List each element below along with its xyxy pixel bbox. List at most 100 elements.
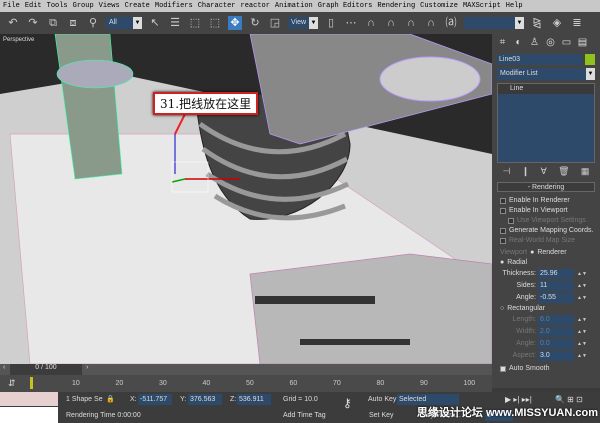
aspect-spinner[interactable]: 3.0 [538, 350, 574, 361]
menu-character[interactable]: Character [198, 2, 236, 10]
add-time-tag-button[interactable]: Add Time Tag [283, 410, 326, 421]
named-selection-icon[interactable]: ⒜ [444, 16, 458, 30]
menu-modifiers[interactable]: Modifiers [155, 2, 193, 10]
enable-in-viewport-checkbox[interactable]: Enable In Viewport [492, 206, 600, 216]
stack-item-line[interactable]: Line [498, 84, 594, 94]
auto-key-button[interactable]: Auto Key [368, 394, 396, 405]
menu-views[interactable]: Views [99, 2, 120, 10]
sides-spinner[interactable]: 11 [538, 280, 574, 291]
key-mode-icon[interactable]: ⇵ [8, 378, 16, 389]
set-key-button[interactable]: Set Key [369, 410, 394, 421]
menu-graph-editors[interactable]: Graph Editors [318, 2, 373, 10]
move-icon[interactable]: ✥ [228, 16, 242, 30]
maxscript-listener-pink[interactable] [0, 392, 58, 406]
modifier-list-dropdown[interactable]: Modifier List [497, 68, 595, 80]
menu-edit[interactable]: Edit [25, 2, 42, 10]
enable-in-renderer-checkbox[interactable]: Enable In Renderer [492, 196, 600, 206]
spinner-arrows-icon[interactable]: ▲▼ [577, 317, 587, 323]
menu-tools[interactable]: Tools [47, 2, 68, 10]
real-world-map-size-checkbox[interactable]: Real-World Map Size [492, 236, 600, 246]
rect-angle-spinner[interactable]: 0.0 [538, 338, 574, 349]
viewport-label[interactable]: Perspective [3, 37, 34, 43]
x-coord-field[interactable]: -511.757 [138, 394, 172, 405]
thickness-spinner[interactable]: 25.96 [538, 268, 574, 279]
object-name-field[interactable]: Line03 [497, 54, 582, 65]
use-viewport-settings-checkbox[interactable]: Use Viewport Settings [492, 216, 600, 226]
select-icon[interactable]: ↖ [148, 16, 162, 30]
width-spinner[interactable]: 2.0 [538, 326, 574, 337]
z-coord-field[interactable]: 536.911 [237, 394, 271, 405]
scale-icon[interactable]: ◲ [268, 16, 282, 30]
reference-coord-dropdown[interactable]: View [288, 17, 318, 29]
spinner-snap-icon[interactable]: ∩ [424, 16, 438, 30]
configure-sets-icon[interactable]: ▦ [581, 166, 590, 177]
menu-rendering[interactable]: Rendering [377, 2, 415, 10]
pin-stack-icon[interactable]: ⊣ [503, 166, 511, 177]
unlink-icon[interactable]: ⧈ [66, 16, 80, 30]
percent-snap-icon[interactable]: ∩ [404, 16, 418, 30]
viewport-radio[interactable]: Viewport [500, 248, 527, 258]
lock-selection-icon[interactable]: 🔒 [106, 394, 115, 405]
link-icon[interactable]: ⧉ [46, 16, 60, 30]
make-unique-icon[interactable]: ∀ [541, 166, 547, 177]
region-select-icon[interactable]: ⬚ [188, 16, 202, 30]
create-tab-icon[interactable]: ⌗ [496, 37, 509, 49]
set-key-icon[interactable]: ⚷ [343, 397, 352, 409]
manipulate-icon[interactable]: ⋯ [344, 16, 358, 30]
lock-icon[interactable]: ▲▼ [577, 353, 587, 359]
menu-maxscript[interactable]: MAXScript [463, 2, 501, 10]
menu-help[interactable]: Help [506, 2, 523, 10]
align-icon[interactable]: ◈ [550, 16, 564, 30]
rendering-rollout-header[interactable]: - Rendering [497, 182, 595, 192]
viewport-renderer-radios: Viewport ● Renderer [500, 248, 567, 258]
selection-filter-dropdown[interactable]: All [106, 17, 142, 29]
menu-customize[interactable]: Customize [420, 2, 458, 10]
renderer-radio[interactable]: Renderer [537, 248, 566, 258]
mirror-icon[interactable]: ⧎ [530, 16, 544, 30]
generate-mapping-coords-checkbox[interactable]: Generate Mapping Coords. [492, 226, 600, 236]
object-color-swatch[interactable] [585, 54, 595, 65]
hierarchy-tab-icon[interactable]: ♙ [528, 37, 541, 49]
show-end-result-icon[interactable]: ❙ [522, 166, 530, 177]
frame-marker[interactable] [30, 377, 33, 389]
bind-space-warp-icon[interactable]: ⚲ [86, 16, 100, 30]
time-slider[interactable]: ‹ 0 / 100 › [0, 364, 492, 375]
track-bar[interactable]: ⇵ 10 20 30 40 50 60 70 80 90 100 [0, 375, 492, 392]
window-crossing-icon[interactable]: ⬚ [208, 16, 222, 30]
select-by-name-icon[interactable]: ☰ [168, 16, 182, 30]
utilities-tab-icon[interactable]: ▤ [576, 37, 589, 49]
spinner-arrows-icon[interactable]: ▲▼ [577, 271, 587, 277]
perspective-viewport[interactable]: Perspective 31.把线放在这里 [0, 34, 492, 364]
auto-smooth-checkbox[interactable]: Auto Smooth [492, 364, 600, 374]
menu-animation[interactable]: Animation [275, 2, 313, 10]
angle-spinner[interactable]: -0.55 [538, 292, 574, 303]
maxscript-listener-white[interactable] [0, 407, 58, 423]
undo-icon[interactable]: ↶ [6, 16, 20, 30]
time-slider-thumb[interactable]: 0 / 100 [10, 364, 82, 375]
menu-create[interactable]: Create [125, 2, 150, 10]
spinner-arrows-icon[interactable]: ▲▼ [577, 329, 587, 335]
menu-file[interactable]: File [3, 2, 20, 10]
y-coord-field[interactable]: 376.563 [188, 394, 222, 405]
modify-tab-icon[interactable]: ◐ [512, 37, 525, 49]
layers-icon[interactable]: ≣ [570, 16, 584, 30]
spinner-arrows-icon[interactable]: ▲▼ [577, 283, 587, 289]
snap-icon[interactable]: ∩ [364, 16, 378, 30]
display-tab-icon[interactable]: ▭ [560, 37, 573, 49]
menu-reactor[interactable]: reactor [241, 2, 270, 10]
remove-modifier-icon[interactable]: 🗑 [558, 166, 569, 177]
redo-icon[interactable]: ↷ [26, 16, 40, 30]
menu-group[interactable]: Group [73, 2, 94, 10]
named-selection-dropdown[interactable] [464, 17, 524, 29]
rectangular-radio[interactable]: ○ Rectangular [492, 304, 600, 314]
pivot-icon[interactable]: ▯ [324, 16, 338, 30]
spinner-arrows-icon[interactable]: ▲▼ [577, 295, 587, 301]
spinner-arrows-icon[interactable]: ▲▼ [577, 341, 587, 347]
length-spinner[interactable]: 6.0 [538, 314, 574, 325]
prev-frame-icon[interactable]: ‹ [3, 364, 5, 371]
motion-tab-icon[interactable]: ◎ [544, 37, 557, 49]
radial-radio[interactable]: ● Radial [492, 258, 600, 268]
rotate-icon[interactable]: ↻ [248, 16, 262, 30]
next-frame-icon[interactable]: › [86, 364, 88, 371]
angle-snap-icon[interactable]: ∩ [384, 16, 398, 30]
